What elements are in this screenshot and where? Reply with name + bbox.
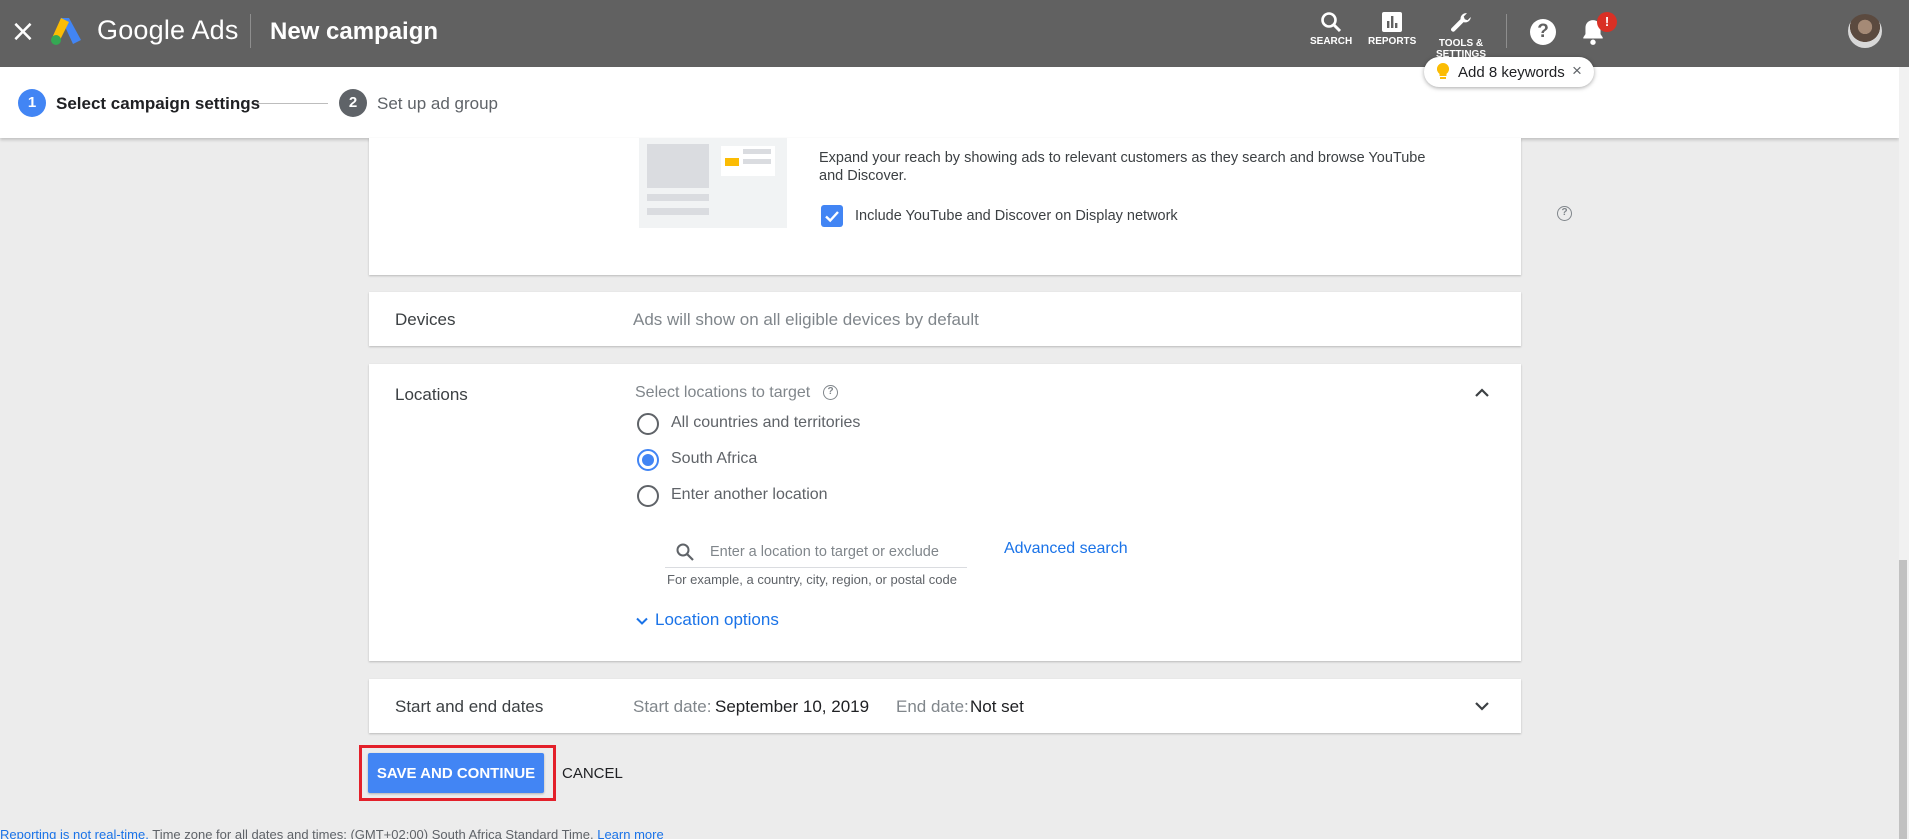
footer: Reporting is not real-time. Time zone fo… (0, 827, 664, 839)
radio-another-location[interactable] (637, 485, 659, 507)
checkmark-icon (825, 211, 839, 223)
tools-label-line1: TOOLS & (1438, 38, 1484, 49)
scrollbar-thumb[interactable] (1899, 560, 1907, 839)
search-icon (1321, 12, 1342, 33)
chevron-down-icon (636, 617, 648, 625)
devices-summary: Ads will show on all eligible devices by… (633, 310, 979, 329)
devices-card[interactable]: Devices Ads will show on all eligible de… (369, 292, 1521, 346)
step-2-label[interactable]: Set up ad group (377, 94, 498, 114)
reports-button-label: REPORTS (1368, 36, 1417, 47)
radio-south-africa[interactable] (637, 449, 659, 471)
notification-badge: ! (1597, 12, 1617, 32)
google-ads-logo (51, 18, 81, 45)
lightbulb-icon (1437, 63, 1449, 79)
radio-all-countries-label[interactable]: All countries and territories (671, 414, 860, 432)
location-search-help: For example, a country, city, region, or… (667, 572, 957, 587)
dates-card[interactable]: Start and end dates Start date: Septembe… (369, 679, 1521, 733)
help-icon[interactable]: ? (1530, 19, 1556, 45)
timezone-text: Time zone for all dates and times: (GMT+… (152, 827, 594, 839)
realtime-info-link[interactable]: Reporting is not real-time. (0, 827, 149, 839)
networks-illustration (639, 138, 787, 228)
youtube-discover-checkbox-label[interactable]: Include YouTube and Discover on Display … (855, 208, 1178, 224)
location-search-field[interactable] (665, 538, 967, 568)
reports-icon (1382, 12, 1402, 32)
step-1-label[interactable]: Select campaign settings (56, 94, 260, 114)
step-2-number: 2 (339, 89, 367, 117)
networks-description: Expand your reach by showing ads to rele… (819, 150, 1426, 184)
add-keywords-text: Add 8 keywords (1458, 64, 1565, 81)
divider (250, 14, 251, 48)
location-search-input[interactable] (710, 541, 960, 563)
reports-button[interactable]: REPORTS (1368, 10, 1416, 47)
radio-all-countries[interactable] (637, 413, 659, 435)
end-date-prefix: End date: (896, 697, 969, 716)
advanced-search-link[interactable]: Advanced search (1004, 540, 1128, 558)
close-icon[interactable]: × (8, 17, 38, 47)
save-and-continue-button[interactable]: SAVE AND CONTINUE (368, 753, 544, 793)
networks-card: Expand your reach by showing ads to rele… (369, 138, 1572, 275)
search-icon (676, 543, 694, 561)
end-date-value: Not set (970, 697, 1024, 716)
page-title: New campaign (270, 18, 439, 45)
location-options-label: Location options (655, 610, 779, 629)
youtube-discover-checkbox[interactable] (821, 205, 843, 227)
avatar[interactable] (1848, 14, 1882, 48)
add-keywords-chip[interactable]: Add 8 keywords × (1424, 57, 1594, 87)
radio-south-africa-label[interactable]: South Africa (671, 450, 757, 468)
top-app-bar: × Google Ads New campaign SEARCH REPORTS… (0, 0, 1909, 67)
step-1-number: 1 (18, 89, 46, 117)
location-options-toggle[interactable]: Location options (635, 610, 779, 630)
help-circle-icon[interactable]: ? (1557, 206, 1572, 221)
page-scrollbar[interactable] (1899, 67, 1909, 839)
search-button-label: SEARCH (1310, 36, 1353, 47)
start-date-value: September 10, 2019 (715, 697, 870, 716)
devices-label: Devices (395, 310, 456, 329)
locations-label: Locations (395, 385, 468, 404)
divider (1506, 14, 1507, 48)
locations-card: Locations Select locations to target ? A… (369, 364, 1521, 661)
dates-label: Start and end dates (395, 697, 544, 716)
locations-prompt: Select locations to target (635, 384, 811, 401)
help-circle-icon[interactable]: ? (823, 385, 838, 400)
radio-another-location-label[interactable]: Enter another location (671, 486, 828, 504)
chevron-up-icon[interactable] (1473, 384, 1491, 402)
cancel-button[interactable]: CANCEL (556, 753, 629, 793)
close-icon[interactable]: × (1572, 61, 1582, 81)
wrench-icon (1451, 13, 1471, 32)
campaign-stepper: 1 Select campaign settings 2 Set up ad g… (0, 67, 1899, 138)
tools-settings-button[interactable]: TOOLS & SETTINGS (1436, 10, 1486, 60)
brand-name: Google Ads (97, 15, 239, 45)
stepper-connector (256, 103, 328, 104)
learn-more-link[interactable]: Learn more (597, 827, 663, 839)
start-date-prefix: Start date: (633, 697, 712, 716)
chevron-down-icon[interactable] (1473, 697, 1491, 715)
search-button[interactable]: SEARCH (1310, 10, 1352, 47)
